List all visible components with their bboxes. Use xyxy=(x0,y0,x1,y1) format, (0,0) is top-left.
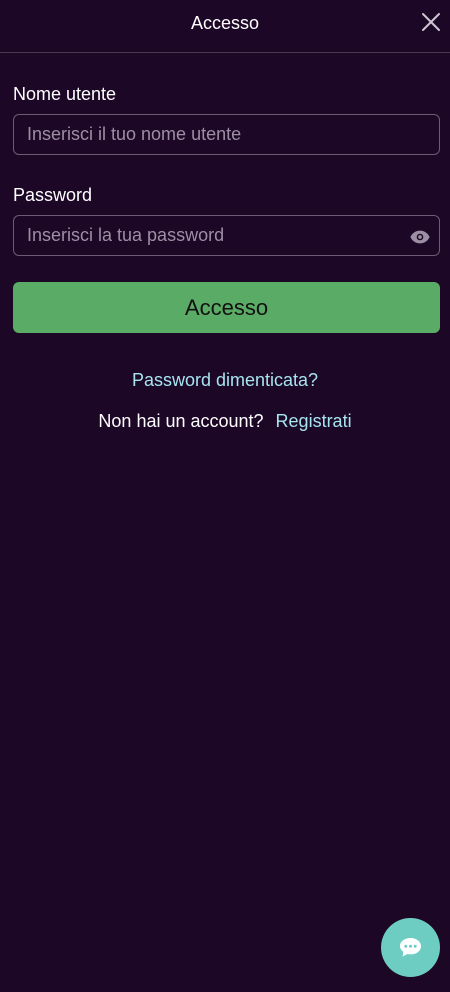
register-link[interactable]: Registrati xyxy=(276,411,352,431)
no-account-text: Non hai un account? xyxy=(98,411,264,431)
forgot-password-link[interactable]: Password dimenticata? xyxy=(0,369,450,391)
password-field-wrapper xyxy=(13,215,440,256)
chat-button[interactable] xyxy=(381,918,440,977)
forgot-password-label: Password dimenticata? xyxy=(131,370,319,390)
close-icon xyxy=(422,13,440,31)
username-input[interactable] xyxy=(14,115,439,154)
toggle-password-visibility-button[interactable] xyxy=(409,226,431,248)
header: Accesso xyxy=(0,0,450,53)
password-label: Password xyxy=(13,185,93,205)
login-button[interactable]: Accesso xyxy=(13,282,440,333)
eye-icon xyxy=(410,230,430,244)
signup-row: Non hai un account? Registrati xyxy=(0,410,450,432)
password-input[interactable] xyxy=(14,216,439,255)
page-title: Accesso xyxy=(190,13,260,33)
username-label: Nome utente xyxy=(13,84,117,104)
username-field-wrapper xyxy=(13,114,440,155)
close-button[interactable] xyxy=(420,11,442,33)
chat-icon xyxy=(400,938,421,957)
